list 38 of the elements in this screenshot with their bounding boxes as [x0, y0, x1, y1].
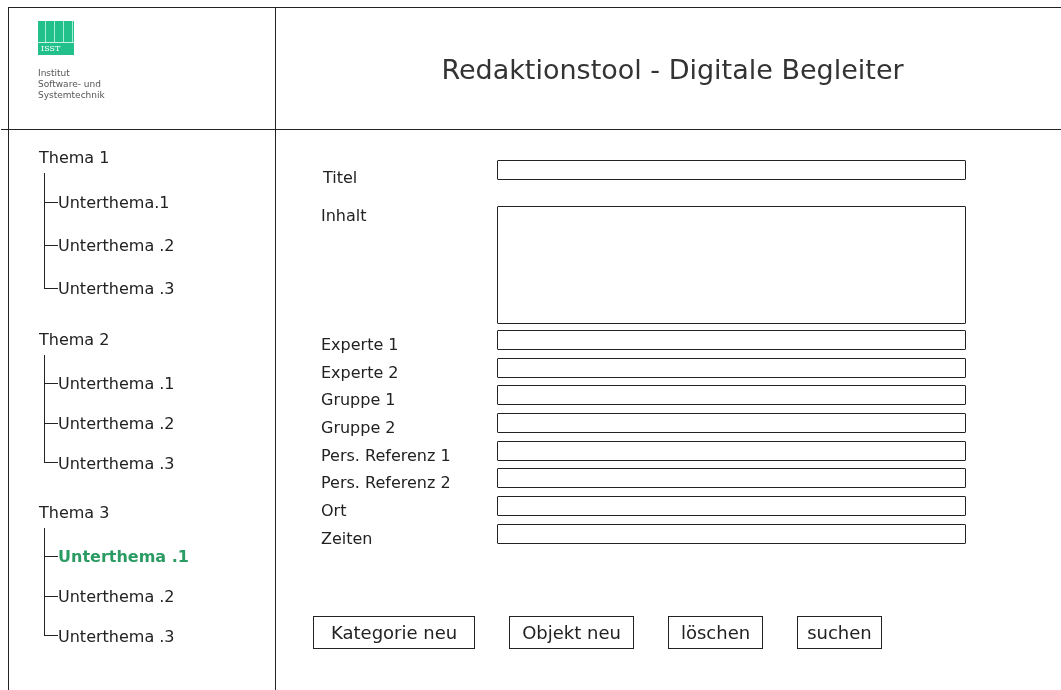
field-label: Experte 2: [321, 361, 400, 383]
institute-name: Institut Software- und Systemtechnik: [38, 68, 106, 101]
page-title: Redaktionstool - Digitale Begleiter: [441, 53, 904, 85]
tree-subtopic[interactable]: Unterthema .2: [58, 413, 175, 433]
tree-subtopic[interactable]: Unterthema.1: [58, 193, 170, 212]
input-field[interactable]: [497, 496, 966, 517]
field-label: Pers. Referenz 1: [321, 444, 452, 466]
tree-subtopic[interactable]: Unterthema .1: [58, 373, 175, 393]
field-label: Pers. Referenz 2: [321, 472, 452, 494]
input-field[interactable]: [497, 160, 966, 180]
field-label: Experte 1: [321, 334, 400, 355]
input-field[interactable]: [497, 385, 966, 406]
input-field[interactable]: [497, 523, 966, 544]
field-label: Gruppe 1: [321, 389, 397, 411]
input-field[interactable]: [497, 440, 966, 461]
action-button[interactable]: suchen: [797, 615, 882, 649]
field-label: Inhalt: [321, 206, 368, 227]
tree-subtopic[interactable]: Unterthema .2: [58, 236, 175, 255]
logo-icon: ISST: [38, 21, 74, 55]
field-label: Titel: [322, 167, 359, 188]
action-button[interactable]: Objekt neu: [509, 615, 634, 649]
input-field[interactable]: [497, 357, 966, 378]
field-label: Zeiten: [321, 527, 374, 549]
tree-subtopic[interactable]: Unterthema .3: [58, 453, 175, 473]
tree-topic[interactable]: Thema 1: [39, 148, 275, 167]
field-label: Gruppe 2: [321, 417, 397, 439]
input-field[interactable]: [497, 468, 966, 489]
tree-topic[interactable]: Thema 2: [39, 330, 275, 349]
input-field[interactable]: [497, 206, 966, 324]
field-label: Ort: [321, 500, 348, 522]
action-button[interactable]: löschen: [667, 615, 764, 649]
action-button[interactable]: Kategorie neu: [313, 615, 476, 649]
tree-subtopic[interactable]: Unterthema .3: [58, 626, 175, 646]
tree-subtopic[interactable]: Unterthema .2: [58, 586, 175, 606]
tree-subtopic[interactable]: Unterthema .3: [58, 279, 175, 298]
input-field[interactable]: [497, 413, 966, 434]
input-field[interactable]: [497, 330, 966, 350]
tree-topic[interactable]: Thema 3: [39, 503, 275, 522]
